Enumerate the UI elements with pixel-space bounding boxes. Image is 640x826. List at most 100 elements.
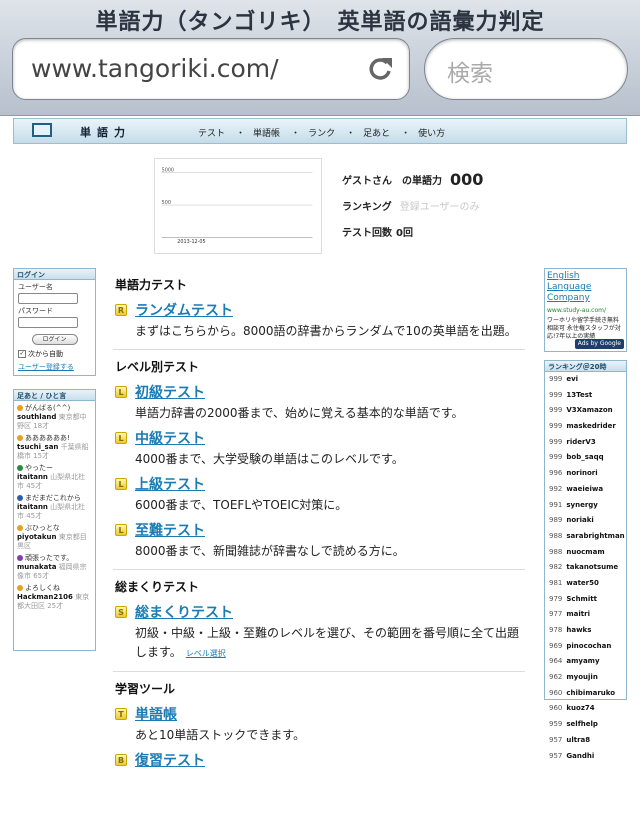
register-link[interactable]: ユーザー登録する bbox=[18, 362, 91, 372]
ranking-user[interactable]: ultra8 bbox=[566, 736, 590, 744]
ranking-list: 999 evi 999 13Test 999 V3Xamazon 999 maskedride… bbox=[545, 372, 626, 764]
test-link[interactable]: 初級テスト bbox=[135, 383, 525, 403]
footprint-item: 頑張ったです。 munakata 福岡県宗像市 65才 bbox=[14, 551, 95, 581]
nav-item[interactable]: ランク bbox=[308, 129, 335, 139]
test-link[interactable]: 復習テスト bbox=[135, 751, 525, 771]
footprint-item: がんばる(^^) southland 東京都中野区 18才 bbox=[14, 401, 95, 431]
ranking-user[interactable]: hawks bbox=[566, 626, 591, 634]
x-tick-label: 2013-12-05 bbox=[177, 239, 205, 245]
footprint-user[interactable]: tsuchi_san bbox=[17, 443, 58, 451]
ranking-row[interactable]: 999 evi bbox=[545, 372, 626, 388]
level-select-link[interactable]: レベル選択 bbox=[186, 649, 226, 658]
nav-item[interactable]: テスト bbox=[198, 129, 225, 139]
ranking-row[interactable]: 999 V3Xamazon bbox=[545, 403, 626, 419]
username-field[interactable] bbox=[18, 293, 78, 304]
ranking-user[interactable]: takanotsume bbox=[566, 563, 618, 571]
ranking-user[interactable]: chibimaruko bbox=[566, 689, 615, 697]
ranking-user[interactable]: maskedrider bbox=[566, 422, 615, 430]
footprint-user[interactable]: Hackman2106 bbox=[17, 593, 73, 601]
ranking-user[interactable]: riderV3 bbox=[566, 438, 595, 446]
footprint-user[interactable]: southland bbox=[17, 413, 56, 421]
ranking-row[interactable]: 969 pinocochan bbox=[545, 639, 626, 655]
ranking-user[interactable]: myoujin bbox=[566, 673, 597, 681]
ranking-row[interactable]: 988 sarabrightman bbox=[545, 529, 626, 545]
ranking-row[interactable]: 991 synergy bbox=[545, 498, 626, 514]
ranking-user[interactable]: selfhelp bbox=[566, 720, 598, 728]
ranking-row[interactable]: 999 riderV3 bbox=[545, 435, 626, 451]
ranking-user[interactable]: waeieiwa bbox=[566, 485, 603, 493]
test-link[interactable]: 上級テスト bbox=[135, 475, 525, 495]
nav-separator: ・ bbox=[236, 129, 246, 139]
search-input[interactable]: 検索 bbox=[424, 38, 628, 100]
ranking-score: 979 bbox=[549, 594, 563, 603]
ranking-user[interactable]: norinori bbox=[566, 469, 597, 477]
site-logo[interactable]: 単語力 bbox=[80, 124, 131, 140]
test-link[interactable]: 至難テスト bbox=[135, 521, 525, 541]
ranking-score: 977 bbox=[549, 610, 563, 619]
ranking-user[interactable]: synergy bbox=[566, 501, 598, 509]
test-link[interactable]: 単語帳 bbox=[135, 705, 525, 725]
footprint-user[interactable]: itaitann bbox=[17, 503, 48, 511]
test-link[interactable]: ランダムテスト bbox=[135, 301, 525, 321]
ranking-row[interactable]: 989 noriaki bbox=[545, 513, 626, 529]
ranking-user[interactable]: maitri bbox=[566, 610, 590, 618]
ranking-row[interactable]: 999 maskedrider bbox=[545, 419, 626, 435]
address-bar[interactable]: www.tangoriki.com/ bbox=[12, 38, 410, 100]
search-placeholder[interactable]: 検索 bbox=[447, 54, 493, 88]
user-label: ゲストさん の単語力 bbox=[342, 175, 442, 187]
test-description: 6000番まで、TOEFLやTOEIC対策に。 bbox=[135, 498, 348, 512]
ad-box[interactable]: English Language Company www.study-au.co… bbox=[544, 268, 627, 352]
ranking-user[interactable]: 13Test bbox=[566, 391, 592, 399]
ranking-row[interactable]: 979 Schmitt bbox=[545, 592, 626, 608]
test-link[interactable]: 総まくりテスト bbox=[135, 603, 525, 623]
ranking-score: 957 bbox=[549, 735, 563, 744]
footprint-user[interactable]: itaitann bbox=[17, 473, 48, 481]
ranking-user[interactable]: water50 bbox=[566, 579, 598, 587]
ranking-user[interactable]: kuoz74 bbox=[566, 704, 594, 712]
ranking-row[interactable]: 999 bob_saqq bbox=[545, 450, 626, 466]
ranking-user[interactable]: nuocmam bbox=[566, 548, 604, 556]
test-item: R ランダムテスト まずはこちらから。8000語の辞書からランダムで10の英単語を出… bbox=[113, 301, 525, 341]
ranking-row[interactable]: 999 13Test bbox=[545, 388, 626, 404]
ranking-user[interactable]: amyamy bbox=[566, 657, 599, 665]
ranking-row[interactable]: 992 waeieiwa bbox=[545, 482, 626, 498]
ad-title[interactable]: English Language Company bbox=[547, 271, 624, 304]
nav-item[interactable]: 使い方 bbox=[418, 129, 445, 139]
ranking-row[interactable]: 981 water50 bbox=[545, 576, 626, 592]
login-button[interactable]: ログイン bbox=[31, 334, 78, 345]
ranking-row[interactable]: 964 amyamy bbox=[545, 654, 626, 670]
password-field[interactable] bbox=[18, 317, 78, 328]
ranking-user[interactable]: pinocochan bbox=[566, 642, 611, 650]
ranking-row[interactable]: 977 maitri bbox=[545, 607, 626, 623]
ranking-user[interactable]: noriaki bbox=[566, 516, 593, 524]
score-value: 000 bbox=[450, 169, 484, 189]
ranking-score: 999 bbox=[549, 390, 563, 399]
ranking-user[interactable]: Gandhi bbox=[566, 752, 594, 760]
auto-login-checkbox[interactable]: ✓ bbox=[18, 350, 26, 358]
ranking-row[interactable]: 960 chibimaruko bbox=[545, 686, 626, 702]
ranking-user[interactable]: evi bbox=[566, 375, 578, 383]
nav-item[interactable]: 足あと bbox=[363, 129, 390, 139]
footprint-user[interactable]: munakata bbox=[17, 563, 56, 571]
ranking-user[interactable]: Schmitt bbox=[566, 595, 597, 603]
url-text[interactable]: www.tangoriki.com/ bbox=[31, 54, 279, 83]
ad-url[interactable]: www.study-au.com/ bbox=[547, 307, 624, 315]
ranking-row[interactable]: 957 ultra8 bbox=[545, 733, 626, 749]
ranking-user[interactable]: sarabrightman bbox=[566, 532, 624, 540]
ranking-row[interactable]: 957 Gandhi bbox=[545, 749, 626, 765]
ranking-user[interactable]: V3Xamazon bbox=[566, 406, 612, 414]
ranking-row[interactable]: 996 norinori bbox=[545, 466, 626, 482]
ranking-user[interactable]: bob_saqq bbox=[566, 453, 603, 461]
ranking-row[interactable]: 982 takanotsume bbox=[545, 560, 626, 576]
ads-by-google-badge[interactable]: Ads by Google bbox=[574, 339, 624, 349]
footprint-user[interactable]: piyotakun bbox=[17, 533, 56, 541]
nav-item[interactable]: 単語帳 bbox=[253, 129, 280, 139]
reload-icon[interactable] bbox=[365, 54, 395, 84]
auto-login-row[interactable]: ✓ 次から自動 bbox=[18, 349, 91, 359]
test-link[interactable]: 中級テスト bbox=[135, 429, 525, 449]
ranking-row[interactable]: 978 hawks bbox=[545, 623, 626, 639]
ranking-row[interactable]: 960 kuoz74 bbox=[545, 701, 626, 717]
ranking-row[interactable]: 988 nuocmam bbox=[545, 545, 626, 561]
ranking-row[interactable]: 962 myoujin bbox=[545, 670, 626, 686]
ranking-row[interactable]: 959 selfhelp bbox=[545, 717, 626, 733]
